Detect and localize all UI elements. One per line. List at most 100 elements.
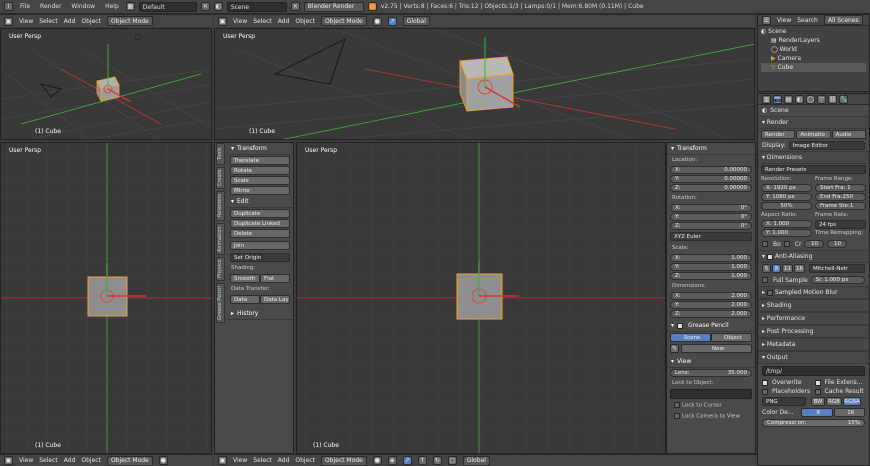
tab-create[interactable]: Create: [216, 167, 225, 189]
menu-add[interactable]: Add: [278, 457, 290, 464]
orientation-select[interactable]: Global: [462, 455, 490, 466]
location-y-field[interactable]: Y: 0.00000: [670, 175, 752, 183]
rotate-manip-icon[interactable]: ↻: [432, 456, 442, 465]
orientation-select[interactable]: Global: [402, 16, 430, 26]
history-panel-header[interactable]: ▸ History: [227, 308, 293, 320]
render-presets-select[interactable]: Render Presets: [761, 165, 866, 174]
aa-size-field[interactable]: Si: 1.000 px: [810, 276, 865, 284]
menu-view[interactable]: View: [19, 457, 33, 464]
menu-file[interactable]: File: [17, 3, 33, 10]
scene-icon[interactable]: ◐: [213, 2, 223, 11]
placeholders-checkbox[interactable]: [762, 388, 768, 395]
viewport-bottom-right[interactable]: User Persp (1) Cube: [296, 142, 666, 454]
tab-relations[interactable]: Relations: [216, 191, 225, 221]
outliner-item-camera[interactable]: ▶ Camera: [761, 54, 866, 63]
transform-panel-header[interactable]: ▾ Transform: [227, 143, 293, 155]
constraints-tab-icon[interactable]: ⛓: [828, 94, 837, 104]
checkbox[interactable]: [766, 253, 773, 260]
grease-pencil-panel-header[interactable]: ▾ Grease Pencil: [667, 320, 755, 332]
menu-view[interactable]: View: [233, 18, 247, 25]
menu-search[interactable]: Search: [797, 17, 818, 24]
set-origin-select[interactable]: Set Origin: [230, 253, 290, 262]
translate-button[interactable]: Translate: [230, 156, 290, 165]
modifiers-tab-icon[interactable]: 🔧: [839, 94, 848, 104]
outliner-item-cube[interactable]: ▽ Cube: [761, 63, 866, 72]
menu-view[interactable]: View: [19, 18, 33, 25]
depth-8-toggle[interactable]: 8: [801, 408, 833, 417]
overwrite-checkbox[interactable]: [762, 379, 768, 386]
viewport-top-left[interactable]: User Persp (1) Cube: [0, 28, 212, 140]
menu-view[interactable]: View: [233, 457, 247, 464]
post-processing-panel-header[interactable]: ▸ Post Processing: [758, 325, 869, 338]
tab-animation[interactable]: Animation: [216, 223, 225, 255]
dimensions-y-field[interactable]: Y: 2.000: [670, 301, 752, 309]
rotation-x-field[interactable]: X: 0°: [670, 204, 752, 212]
scale-z-field[interactable]: Z: 1.000: [670, 272, 752, 280]
renderlayers-tab-icon[interactable]: ▤: [784, 94, 793, 104]
crop-checkbox[interactable]: [783, 241, 790, 247]
menu-help[interactable]: Help: [102, 3, 122, 10]
viewport-bottom-left[interactable]: User Persp (1) Cube: [0, 142, 212, 454]
data-layout-button[interactable]: Data Layo: [260, 295, 290, 304]
menu-window[interactable]: Window: [68, 3, 98, 10]
screen-layout-icon[interactable]: ▦: [125, 2, 135, 11]
close-layout-icon[interactable]: ×: [200, 2, 210, 11]
outliner-item-renderlayers[interactable]: ▤ RenderLayers: [761, 36, 866, 45]
pencil-icon[interactable]: ✎: [670, 344, 679, 353]
audio-button[interactable]: Audio: [831, 130, 866, 139]
translate-manip-icon[interactable]: ↑: [417, 456, 427, 465]
frame-start-field[interactable]: Start Fra: 1: [815, 184, 866, 192]
edit-panel-header[interactable]: ▾ Edit: [227, 196, 293, 208]
scale-button[interactable]: Scale: [230, 176, 290, 185]
frame-step-field[interactable]: Frame Ste:1: [815, 202, 866, 210]
tab-grease-pencil[interactable]: Grease Pencil: [216, 283, 225, 323]
mode-select[interactable]: Object Mode: [106, 16, 153, 26]
screen-layout-field[interactable]: Default: [138, 1, 197, 12]
rotation-mode-select[interactable]: XYZ Euler: [670, 232, 752, 241]
editor-type-icon[interactable]: ▣: [218, 456, 227, 465]
output-path-field[interactable]: /tmp/: [762, 366, 865, 376]
mirror-button[interactable]: Mirror: [230, 186, 290, 195]
menu-object[interactable]: Object: [295, 457, 315, 464]
bw-toggle[interactable]: BW: [811, 397, 825, 406]
resolution-percent-field[interactable]: 50%: [761, 202, 812, 210]
menu-add[interactable]: Add: [64, 457, 76, 464]
aa-samples-11[interactable]: 11: [782, 264, 793, 273]
flat-button[interactable]: Flat: [260, 274, 290, 283]
location-z-field[interactable]: Z: 0.00000: [670, 184, 752, 192]
performance-panel-header[interactable]: ▸ Performance: [758, 312, 869, 325]
compression-field[interactable]: Compressi on: 15%: [762, 419, 865, 427]
menu-add[interactable]: Add: [278, 18, 290, 25]
output-panel-header[interactable]: ▾ Output: [758, 351, 869, 364]
menu-render[interactable]: Render: [37, 3, 64, 10]
resolution-y-field[interactable]: Y: 1080 px: [761, 193, 812, 201]
rgba-toggle[interactable]: RGBA: [843, 397, 861, 406]
render-panel-header[interactable]: ▾ Render: [758, 116, 869, 129]
mode-select[interactable]: Object Mode: [320, 16, 367, 26]
manipulator-icon[interactable]: ↗: [387, 16, 397, 26]
shading-icon[interactable]: ●: [158, 456, 168, 465]
aa-samples-16[interactable]: 16: [794, 264, 805, 273]
file-extensions-checkbox[interactable]: [814, 379, 821, 386]
menu-select[interactable]: Select: [39, 457, 58, 464]
animation-button[interactable]: Animatio: [796, 130, 831, 139]
rotation-y-field[interactable]: Y: 0°: [670, 213, 752, 221]
dimensions-panel-header[interactable]: ▾ Dimensions: [758, 151, 869, 164]
aspect-x-field[interactable]: X: 1.000: [761, 220, 812, 228]
scale-x-field[interactable]: X: 1.000: [670, 254, 752, 262]
mode-select[interactable]: Object Mode: [320, 455, 367, 466]
lock-camera-option[interactable]: Lock Camera to View: [670, 411, 752, 422]
view-panel-header[interactable]: ▾ View: [667, 356, 755, 368]
duplicate-linked-button[interactable]: Duplicate Linked: [230, 219, 290, 228]
close-scene-icon[interactable]: ×: [290, 2, 300, 11]
border-checkbox[interactable]: [762, 241, 768, 247]
outliner-item-scene[interactable]: ◐ Scene: [761, 27, 866, 36]
remap-old-field[interactable]: 10: [804, 240, 825, 248]
cache-result-checkbox[interactable]: [814, 388, 821, 395]
remap-new-field[interactable]: 10: [827, 240, 848, 248]
menu-object[interactable]: Object: [295, 18, 315, 25]
fps-select[interactable]: 24 fps: [815, 220, 866, 229]
render-tab-icon[interactable]: 📷: [773, 94, 782, 104]
frame-end-field[interactable]: End Fra:250: [815, 193, 866, 201]
tab-physics[interactable]: Physics: [216, 257, 225, 281]
